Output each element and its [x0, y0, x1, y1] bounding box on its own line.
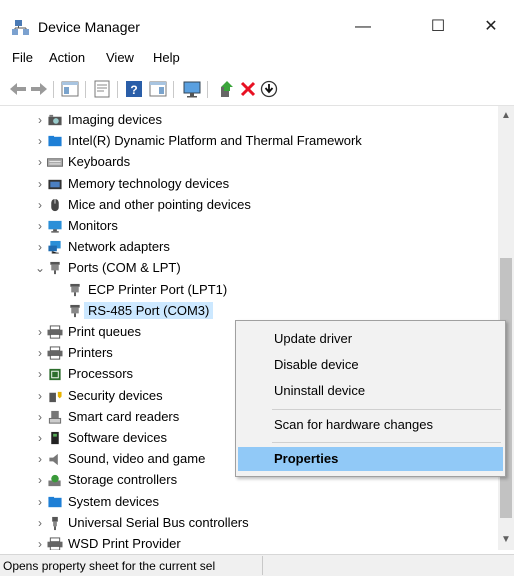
forward-icon[interactable]	[29, 79, 49, 99]
menu-item-label: Uninstall device	[274, 383, 366, 398]
menu-item-label: Properties	[274, 451, 339, 466]
minimize-button[interactable]: —	[340, 10, 386, 44]
menu-item-label: Disable device	[274, 357, 359, 372]
status-divider	[262, 556, 263, 575]
tree-item-label: Monitors	[68, 218, 118, 233]
tree-item[interactable]: › Network adapters	[0, 237, 498, 258]
tree-item[interactable]: › Keyboards	[0, 152, 498, 173]
properties-icon[interactable]	[92, 79, 112, 99]
tree-item[interactable]: ECP Printer Port (LPT1)	[0, 280, 498, 301]
status-bar: Opens property sheet for the current sel	[0, 554, 514, 576]
scroll-down-icon[interactable]: ▼	[498, 532, 514, 548]
tree-item-label: Universal Serial Bus controllers	[68, 514, 249, 530]
tree-item-label: RS-485 Port (COM3)	[84, 301, 214, 319]
action-pane-icon[interactable]	[148, 79, 168, 99]
chevron-right-icon[interactable]: ›	[35, 219, 45, 233]
tree-item[interactable]: RS-485 Port (COM3)	[0, 301, 498, 322]
menu-file[interactable]: File	[12, 50, 33, 65]
chevron-right-icon[interactable]: ›	[35, 389, 45, 403]
chevron-right-icon[interactable]: ›	[35, 495, 45, 509]
chevron-right-icon[interactable]: ›	[35, 346, 45, 360]
uninstall-device-menu-item[interactable]: Uninstall device	[238, 379, 503, 403]
download-circle-icon[interactable]	[259, 79, 279, 99]
show-hide-console-icon[interactable]	[60, 79, 80, 99]
tree-item-label: ECP Printer Port (LPT1)	[88, 281, 228, 297]
tree-item-label: Mice and other pointing devices	[68, 196, 251, 212]
scan-monitor-icon[interactable]	[182, 79, 202, 99]
tree-item[interactable]: › Monitors	[0, 216, 498, 237]
status-text: Opens property sheet for the current sel	[3, 559, 216, 573]
chevron-right-icon[interactable]: ›	[35, 155, 45, 169]
tree-item[interactable]: › System devices	[0, 492, 498, 513]
help-icon[interactable]: ?	[124, 79, 144, 99]
tree-item[interactable]: ⌄ Ports (COM & LPT)	[0, 258, 498, 279]
tree-item[interactable]: › Imaging devices	[0, 110, 498, 131]
tree-item-label: WSD Print Provider	[68, 536, 181, 550]
update-driver-icon[interactable]	[216, 79, 236, 99]
close-button[interactable]: ✕	[468, 10, 514, 44]
toolbar-separator	[207, 81, 208, 98]
chevron-right-icon[interactable]: ›	[35, 177, 45, 191]
tree-item-label: Sound, video and game	[68, 451, 206, 467]
scroll-up-icon[interactable]: ▲	[498, 108, 514, 124]
menu-view[interactable]: View	[106, 50, 134, 65]
chevron-right-icon[interactable]: ›	[35, 452, 45, 466]
toolbar-separator	[85, 81, 86, 98]
tree-item-label: Memory technology devices	[68, 175, 230, 191]
title-bar: Device Manager — ☐ ✕	[0, 0, 514, 44]
scan-hardware-menu-item[interactable]: Scan for hardware changes	[238, 413, 503, 437]
chevron-right-icon[interactable]: ›	[35, 198, 45, 212]
tree-item-label: Processors	[68, 366, 134, 382]
update-driver-menu-item[interactable]: Update driver	[238, 327, 503, 351]
tree-item[interactable]: › Intel(R) Dynamic Platform and Thermal F…	[0, 131, 498, 152]
chevron-down-icon[interactable]: ⌄	[35, 261, 45, 275]
tree-item-label: System devices	[68, 493, 160, 509]
menu-separator	[272, 442, 501, 443]
tree-item-label: Print queues	[68, 324, 141, 339]
menu-action[interactable]: Action	[49, 50, 85, 65]
tree-item-label: Intel(R) Dynamic Platform and Thermal Fr…	[68, 133, 362, 149]
chevron-right-icon[interactable]: ›	[35, 537, 45, 550]
tree-item[interactable]: › Universal Serial Bus controllers	[0, 513, 498, 534]
chevron-right-icon[interactable]: ›	[35, 367, 45, 381]
chevron-right-icon[interactable]: ›	[35, 516, 45, 530]
tree-item-label: Ports (COM & LPT)	[68, 260, 181, 276]
chevron-right-icon[interactable]: ›	[35, 410, 45, 424]
chevron-right-icon[interactable]: ›	[35, 240, 45, 254]
properties-menu-item[interactable]: Properties	[238, 447, 503, 471]
tree-item[interactable]: › Memory technology devices	[0, 174, 498, 195]
toolbar: ?	[0, 73, 514, 106]
chevron-right-icon[interactable]: ›	[35, 113, 45, 127]
chevron-right-icon[interactable]: ›	[35, 325, 45, 339]
back-icon[interactable]	[8, 79, 28, 99]
tree-item-label: Storage controllers	[68, 472, 178, 488]
menu-separator	[272, 409, 501, 410]
menu-item-label: Scan for hardware changes	[274, 417, 433, 432]
disable-device-menu-item[interactable]: Disable device	[238, 353, 503, 377]
tree-item-label: Software devices	[68, 430, 167, 445]
tree-item-label: Imaging devices	[68, 112, 162, 127]
menu-bar: File Action View Help	[0, 47, 514, 69]
maximize-button[interactable]: ☐	[415, 10, 461, 44]
menu-item-label: Update driver	[274, 331, 353, 346]
context-menu: Update driver Disable device Uninstall d…	[235, 320, 506, 477]
toolbar-separator	[173, 81, 174, 98]
svg-text:?: ?	[130, 83, 137, 97]
tree-item-label: Network adapters	[68, 239, 170, 255]
menu-help[interactable]: Help	[153, 50, 180, 65]
chevron-right-icon[interactable]: ›	[35, 473, 45, 487]
toolbar-separator	[117, 81, 118, 98]
chevron-right-icon[interactable]: ›	[35, 134, 45, 148]
window-title: Device Manager	[38, 19, 140, 35]
tree-item-label: Security devices	[68, 387, 163, 403]
chevron-right-icon[interactable]: ›	[35, 431, 45, 445]
uninstall-icon[interactable]	[238, 79, 258, 99]
tree-item-label: Keyboards	[68, 154, 131, 170]
tree-item-label: Smart card readers	[68, 408, 180, 424]
toolbar-separator	[53, 81, 54, 98]
device-manager-icon	[12, 20, 29, 35]
tree-item-label: Printers	[68, 345, 113, 361]
tree-item[interactable]: › WSD Print Provider	[0, 534, 498, 550]
tree-item[interactable]: › Mice and other pointing devices	[0, 195, 498, 216]
